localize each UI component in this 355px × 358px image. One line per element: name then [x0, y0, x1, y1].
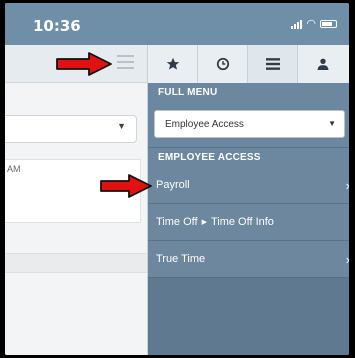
- side-menu: FULL MENU Employee Access ▼ EMPLOYEE ACC…: [147, 45, 349, 355]
- star-icon: [166, 57, 179, 70]
- background-dropdown[interactable]: ▼: [5, 115, 137, 143]
- annotation-arrow-hamburger: [56, 52, 112, 76]
- menu-item-time-off[interactable]: Time Off ▶ Time Off Info: [148, 204, 349, 241]
- chevron-right-icon: ›: [346, 167, 349, 204]
- background-divider: [5, 253, 147, 273]
- background-app-pane: ▼ AM: [5, 45, 147, 355]
- tab-recent[interactable]: [198, 45, 248, 83]
- menu-list: Payroll › Time Off▶Time Off Info True Ti…: [148, 167, 349, 278]
- breadcrumb-separator-icon: ▶: [201, 219, 207, 226]
- user-icon: [317, 58, 329, 70]
- phone-screen: 10:36 ◠ ▼ AM FULL MENU Employee Access ▼…: [5, 3, 349, 355]
- chevron-right-icon: ›: [346, 241, 349, 278]
- card-time-fragment: AM: [7, 164, 21, 174]
- menu-item-label: Time Off: [156, 216, 198, 228]
- module-select-value: Employee Access: [165, 119, 244, 130]
- tab-profile[interactable]: [298, 45, 348, 83]
- menu-item-label: True Time: [156, 253, 206, 265]
- annotation-arrow-payroll: [100, 174, 152, 198]
- menu-tab-bar: [148, 45, 349, 83]
- menu-item-payroll[interactable]: Payroll ›: [148, 167, 349, 204]
- menu-item-sublabel: Time Off Info: [210, 216, 274, 228]
- hamburger-menu-icon[interactable]: [117, 55, 134, 69]
- module-selector-wrap: Employee Access ▼: [148, 103, 349, 147]
- screenshot-frame: 10:36 ◠ ▼ AM FULL MENU Employee Access ▼…: [0, 0, 355, 358]
- wifi-icon: ◠: [306, 17, 316, 30]
- employee-access-heading: EMPLOYEE ACCESS: [148, 147, 349, 167]
- menu-item-true-time[interactable]: True Time ›: [148, 241, 349, 278]
- clock-icon: [216, 57, 229, 71]
- status-time: 10:36: [33, 17, 81, 35]
- chevron-down-icon: ▼: [328, 119, 336, 128]
- signal-icon: [291, 19, 303, 29]
- status-bar: 10:36 ◠: [5, 3, 349, 45]
- status-icons: ◠: [291, 17, 337, 30]
- full-menu-heading: FULL MENU: [148, 83, 349, 103]
- battery-icon: [320, 20, 337, 28]
- module-select[interactable]: Employee Access ▼: [154, 110, 345, 138]
- tab-full-menu[interactable]: [248, 45, 298, 83]
- list-icon: [265, 58, 280, 70]
- tab-favorites[interactable]: [148, 45, 198, 83]
- menu-item-label: Payroll: [156, 179, 190, 191]
- chevron-down-icon: ▼: [117, 121, 126, 131]
